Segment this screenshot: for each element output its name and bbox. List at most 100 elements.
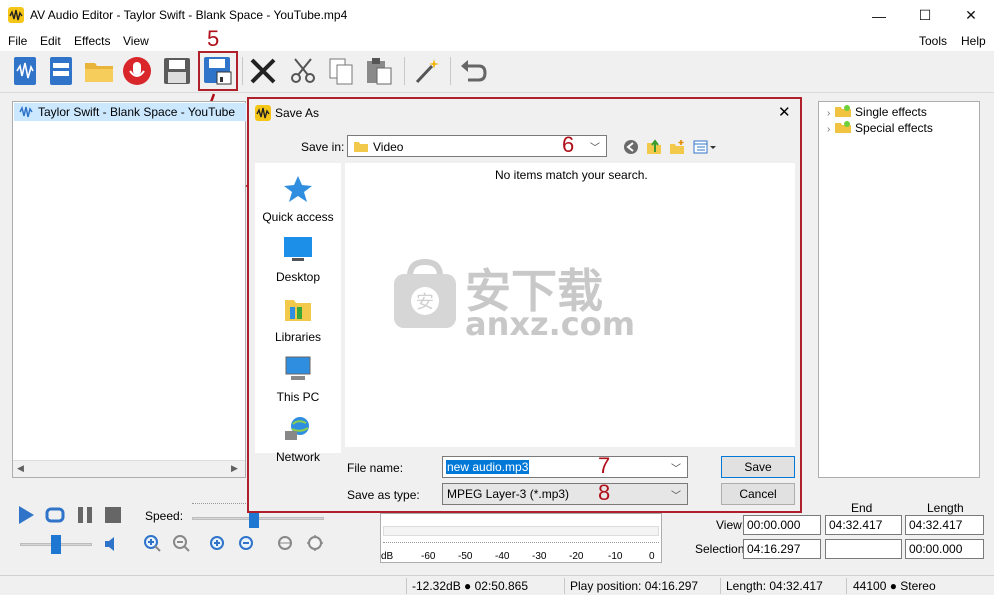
selection-start-field[interactable]: 04:16.297 [743, 539, 821, 559]
file-list-item[interactable]: Taylor Swift - Blank Space - YouTube [14, 103, 246, 121]
new-folder-button[interactable] [668, 138, 686, 156]
dialog-close-icon[interactable]: ✕ [778, 103, 791, 121]
dialog-cancel-button[interactable]: Cancel [721, 483, 795, 505]
place-quick-access[interactable]: Quick access [255, 175, 341, 224]
view-start-field[interactable]: 00:00.000 [743, 515, 821, 535]
app-logo-icon [255, 105, 271, 121]
level-meter-bar [383, 526, 659, 536]
open-device-button[interactable] [44, 54, 78, 88]
save-button[interactable] [160, 54, 194, 88]
meter-tick-label: 0 [649, 551, 655, 562]
view-menu-button[interactable] [692, 138, 718, 156]
zoom-selection-out-icon [239, 536, 253, 550]
speed-slider-thumb[interactable] [249, 511, 259, 528]
pause-button[interactable] [74, 505, 96, 525]
tree-item-special-effects[interactable]: › Special effects [827, 120, 933, 135]
expand-chevron-icon[interactable]: › [827, 108, 830, 119]
dialog-save-button[interactable]: Save [721, 456, 795, 478]
meter-tick-label: -40 [495, 551, 510, 562]
app-logo-icon [8, 7, 24, 23]
undo-icon [461, 60, 487, 82]
place-desktop[interactable]: Desktop [255, 235, 341, 284]
menu-view[interactable]: View [123, 34, 149, 48]
annotation-step-5: 5 [207, 26, 220, 51]
places-bar: Quick access Desktop Libraries This PC N… [255, 163, 341, 464]
play-button[interactable] [15, 505, 37, 525]
menu-file[interactable]: File [8, 34, 27, 48]
dialog-title: Save As [275, 106, 320, 120]
undo-button[interactable] [456, 54, 490, 88]
file-name-input[interactable]: new audio.mp3 ﹀ [442, 456, 688, 478]
device-icon [50, 57, 72, 85]
mute-button[interactable] [102, 534, 122, 554]
copy-button[interactable] [324, 54, 358, 88]
maximize-button[interactable]: ☐ [902, 0, 948, 31]
minimize-button[interactable]: — [856, 0, 902, 31]
zoom-all-button[interactable] [275, 533, 295, 553]
title-bar: AV Audio Editor - Taylor Swift - Blank S… [0, 0, 994, 31]
zoom-fit-button[interactable] [305, 533, 325, 553]
view-length-field[interactable]: 04:32.417 [905, 515, 984, 535]
expand-chevron-icon[interactable]: › [827, 124, 830, 135]
zoom-fit-icon [307, 535, 323, 551]
status-play-position: Play position: 04:16.297 [570, 579, 699, 593]
annotation-step-7: 7 [598, 453, 611, 478]
back-button[interactable] [622, 138, 640, 156]
menu-bar: File Edit Effects View Tools Help [0, 31, 994, 51]
new-audio-button[interactable] [8, 54, 42, 88]
menu-effects[interactable]: Effects [74, 34, 110, 48]
status-bar: -12.32dB ● 02:50.865 Play position: 04:1… [0, 575, 994, 595]
status-level: -12.32dB ● 02:50.865 [412, 579, 529, 593]
place-label: Quick access [262, 210, 334, 224]
save-as-button[interactable] [198, 51, 238, 91]
annotation-step-6: 6 [562, 132, 575, 157]
chevron-down-icon[interactable]: ﹀ [671, 460, 681, 475]
microphone-icon [123, 57, 151, 85]
meter-tick-label: -50 [458, 551, 473, 562]
view-end-field[interactable]: 04:32.417 [825, 515, 902, 535]
folder-icon [354, 142, 368, 152]
scroll-right-icon[interactable]: ▶ [231, 463, 238, 474]
view-menu-icon [693, 140, 716, 154]
close-button[interactable]: ✕ [948, 0, 994, 31]
tree-item-single-effects[interactable]: › Single effects [827, 104, 927, 119]
file-list-area[interactable]: No items match your search. 安 安下载 anxz.c… [345, 163, 795, 447]
zoom-out-button[interactable] [171, 533, 191, 553]
play-icon [19, 506, 34, 524]
row-label-view: View [716, 518, 742, 532]
record-button[interactable] [120, 54, 154, 88]
place-this-pc[interactable]: This PC [255, 355, 341, 404]
effects-wand-button[interactable] [410, 54, 444, 88]
stop-button[interactable] [102, 505, 124, 525]
horizontal-scrollbar[interactable]: ◀ ▶ [13, 460, 245, 477]
zoom-selection-out-button[interactable] [236, 533, 256, 553]
delete-button[interactable] [246, 54, 280, 88]
annotation-step-8: 8 [598, 480, 611, 505]
chevron-down-icon: ﹀ [671, 491, 681, 502]
selection-length-field[interactable]: 00:00.000 [905, 539, 984, 559]
loop-button[interactable] [44, 505, 66, 525]
place-libraries[interactable]: Libraries [255, 295, 341, 344]
scroll-left-icon[interactable]: ◀ [17, 463, 24, 474]
up-folder-button[interactable] [645, 138, 663, 156]
save-type-dropdown[interactable]: MPEG Layer-3 (*.mp3) ﹀ [442, 483, 688, 505]
column-header-length: Length [927, 501, 964, 515]
speed-label: Speed: [145, 509, 184, 523]
volume-slider-thumb[interactable] [51, 535, 61, 554]
zoom-all-icon [278, 536, 292, 550]
save-as-dialog: Save As ✕ Save in: Video ﹀ 6 Quick acces… [247, 97, 802, 513]
place-label: Network [275, 450, 320, 464]
zoom-selection-in-button[interactable] [207, 533, 227, 553]
tree-item-label: Single effects [855, 105, 927, 119]
effects-folder-icon [834, 105, 851, 117]
selection-end-field[interactable] [825, 539, 902, 559]
menu-edit[interactable]: Edit [40, 34, 61, 48]
cut-button[interactable] [286, 54, 320, 88]
zoom-in-button[interactable] [142, 533, 162, 553]
place-network[interactable]: Network [255, 415, 341, 464]
menu-help[interactable]: Help [961, 34, 986, 48]
menu-tools[interactable]: Tools [919, 34, 947, 48]
open-folder-button[interactable] [82, 54, 116, 88]
status-length: Length: 04:32.417 [726, 579, 823, 593]
paste-button[interactable] [362, 54, 396, 88]
